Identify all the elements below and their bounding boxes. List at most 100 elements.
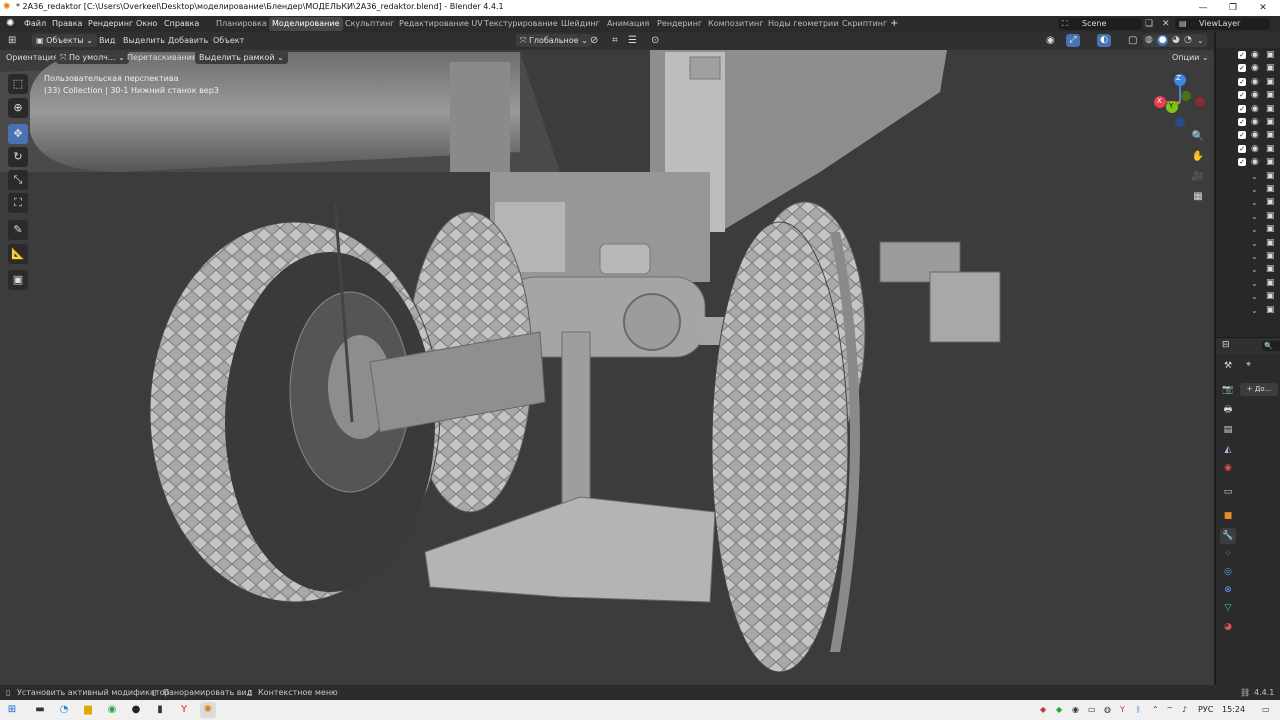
- render-toggle-icon[interactable]: ▣: [1266, 290, 1275, 303]
- render-toggle-icon[interactable]: ▣: [1266, 304, 1275, 317]
- render-toggle-icon[interactable]: ▣: [1266, 49, 1275, 62]
- github-icon[interactable]: ●: [128, 702, 144, 718]
- outliner-row[interactable]: ✓ ◉ ▣: [1216, 143, 1280, 156]
- scale-tool[interactable]: ⤡: [8, 170, 28, 190]
- eye-icon[interactable]: ◉: [1251, 62, 1259, 75]
- mode-selector[interactable]: ▣ Объекты ⌄: [32, 34, 97, 47]
- world-tab[interactable]: ◉: [1220, 460, 1236, 476]
- collection-tab[interactable]: ▭: [1220, 484, 1236, 500]
- chevron-down-icon[interactable]: ⌄: [1251, 223, 1258, 236]
- eye-icon[interactable]: ◉: [1251, 76, 1259, 89]
- minimize-button[interactable]: —: [1188, 0, 1218, 16]
- eye-icon[interactable]: ◉: [1251, 89, 1259, 102]
- yandex-icon[interactable]: Y: [176, 702, 192, 718]
- tab-compositing[interactable]: Композитинг: [705, 17, 766, 31]
- zoom-view-button[interactable]: 🔍: [1189, 128, 1207, 146]
- app-icon[interactable]: ▮: [152, 702, 168, 718]
- wifi-icon[interactable]: ⌔: [1166, 700, 1174, 720]
- render-toggle-icon[interactable]: ▣: [1266, 156, 1275, 169]
- outliner-row[interactable]: ⌄ ▣: [1216, 210, 1280, 223]
- new-scene-icon[interactable]: ❏: [1145, 18, 1153, 30]
- render-toggle-icon[interactable]: ▣: [1266, 89, 1275, 102]
- render-tab[interactable]: 📷: [1220, 382, 1236, 398]
- render-toggle-icon[interactable]: ▣: [1266, 277, 1275, 290]
- shading-options-chevron-icon[interactable]: ⌄: [1197, 34, 1204, 47]
- outliner-row[interactable]: ✓ ◉ ▣: [1216, 76, 1280, 89]
- snap-target-icon[interactable]: ☰: [628, 33, 637, 49]
- tab-texture-paint[interactable]: Текстурирование: [481, 17, 561, 31]
- pin-icon[interactable]: ⌖: [1246, 360, 1251, 370]
- tab-geometry-nodes[interactable]: Ноды геометрии: [765, 17, 841, 31]
- render-toggle-icon[interactable]: ▣: [1266, 76, 1275, 89]
- outliner-row[interactable]: ⌄ ▣: [1216, 170, 1280, 183]
- exclude-checkbox-icon[interactable]: ✓: [1238, 158, 1246, 167]
- wireframe-shading-icon[interactable]: ◍: [1145, 34, 1153, 47]
- clock[interactable]: 15:24: [1222, 700, 1245, 720]
- render-toggle-icon[interactable]: ▣: [1266, 250, 1275, 263]
- scene-tab[interactable]: ◭: [1220, 442, 1236, 458]
- menu-view[interactable]: Вид: [99, 33, 115, 49]
- exclude-checkbox-icon[interactable]: ✓: [1238, 51, 1246, 59]
- render-toggle-icon[interactable]: ▣: [1266, 263, 1275, 276]
- tray-network-icon[interactable]: ◍: [1104, 700, 1111, 720]
- output-tab[interactable]: 🖶: [1220, 402, 1236, 418]
- data-tab[interactable]: ▽: [1220, 600, 1236, 616]
- exclude-checkbox-icon[interactable]: ✓: [1238, 144, 1246, 153]
- outliner-row[interactable]: ⌄ ▣: [1216, 263, 1280, 276]
- close-button[interactable]: ✕: [1248, 0, 1278, 16]
- menu-select[interactable]: Выделить: [123, 33, 165, 49]
- properties-editor-icon[interactable]: ⊟: [1222, 340, 1230, 350]
- exclude-checkbox-icon[interactable]: ✓: [1238, 131, 1246, 140]
- outliner-row[interactable]: ✓ ◉ ▣: [1216, 103, 1280, 116]
- add-modifier-button[interactable]: + До...: [1240, 383, 1278, 396]
- tab-rendering[interactable]: Рендеринг: [654, 17, 705, 31]
- menu-add[interactable]: Добавить: [168, 33, 208, 49]
- snap-icon[interactable]: ⌗: [612, 33, 618, 49]
- outliner-row[interactable]: ⌄ ▣: [1216, 237, 1280, 250]
- view-layer-tab[interactable]: ▤: [1220, 422, 1236, 438]
- outliner-row[interactable]: ⌄ ▣: [1216, 223, 1280, 236]
- folder-icon[interactable]: ▬: [32, 702, 48, 718]
- render-toggle-icon[interactable]: ▣: [1266, 183, 1275, 196]
- chevron-down-icon[interactable]: ⌄: [1251, 170, 1258, 183]
- modifier-tab[interactable]: 🔧: [1220, 528, 1236, 544]
- render-toggle-icon[interactable]: ▣: [1266, 223, 1275, 236]
- outliner-row[interactable]: ⌄ ▣: [1216, 277, 1280, 290]
- outliner-row[interactable]: ⌄ ▣: [1216, 290, 1280, 303]
- solid-shading-icon[interactable]: ●: [1157, 35, 1168, 46]
- tab-uv-editing[interactable]: Редактирование UV: [396, 17, 486, 31]
- physics-tab[interactable]: ◎: [1220, 564, 1236, 580]
- outliner-row[interactable]: ⌄ ▣: [1216, 250, 1280, 263]
- tray-yandex-icon[interactable]: Y: [1120, 700, 1125, 720]
- eye-icon[interactable]: ◉: [1251, 116, 1259, 129]
- chevron-down-icon[interactable]: ⌄: [1251, 277, 1258, 290]
- chevron-down-icon[interactable]: ⌄: [1251, 304, 1258, 317]
- tray-green-icon[interactable]: ◆: [1056, 700, 1062, 720]
- camera-view-button[interactable]: 🎥: [1189, 168, 1207, 186]
- scene-selector[interactable]: ⛶ Scene: [1058, 18, 1142, 30]
- outliner-row[interactable]: ✓ ◉ ▣: [1216, 116, 1280, 129]
- whatsapp-icon[interactable]: ◉: [104, 702, 120, 718]
- add-cube-tool[interactable]: ▣: [8, 270, 28, 290]
- render-toggle-icon[interactable]: ▣: [1266, 129, 1275, 142]
- chevron-down-icon[interactable]: ⌄: [1251, 250, 1258, 263]
- rendered-shading-icon[interactable]: ◔: [1184, 34, 1192, 47]
- tray-red-icon[interactable]: ◆: [1040, 700, 1046, 720]
- windows-start-icon[interactable]: ⊞: [4, 702, 20, 718]
- menu-window[interactable]: Окно: [136, 16, 157, 32]
- render-toggle-icon[interactable]: ▣: [1266, 170, 1275, 183]
- outliner-row[interactable]: ⌄ ▣: [1216, 196, 1280, 209]
- render-toggle-icon[interactable]: ▣: [1266, 196, 1275, 209]
- render-toggle-icon[interactable]: ▣: [1266, 62, 1275, 75]
- tab-modeling[interactable]: Моделирование: [269, 17, 343, 31]
- chevron-down-icon[interactable]: ⌄: [1251, 290, 1258, 303]
- constraints-tab[interactable]: ⊗: [1220, 582, 1236, 598]
- render-toggle-icon[interactable]: ▣: [1266, 116, 1275, 129]
- outliner-row[interactable]: ✓ ◉ ▣: [1216, 49, 1280, 62]
- explorer-icon[interactable]: ▆: [80, 702, 96, 718]
- chevron-down-icon[interactable]: ⌄: [1251, 210, 1258, 223]
- transform-orientation-selector[interactable]: ⤧ Глобальное ⌄: [516, 34, 592, 47]
- measure-tool[interactable]: 📐: [8, 244, 28, 264]
- notifications-icon[interactable]: ▭: [1262, 700, 1270, 720]
- exclude-checkbox-icon[interactable]: ✓: [1238, 91, 1246, 100]
